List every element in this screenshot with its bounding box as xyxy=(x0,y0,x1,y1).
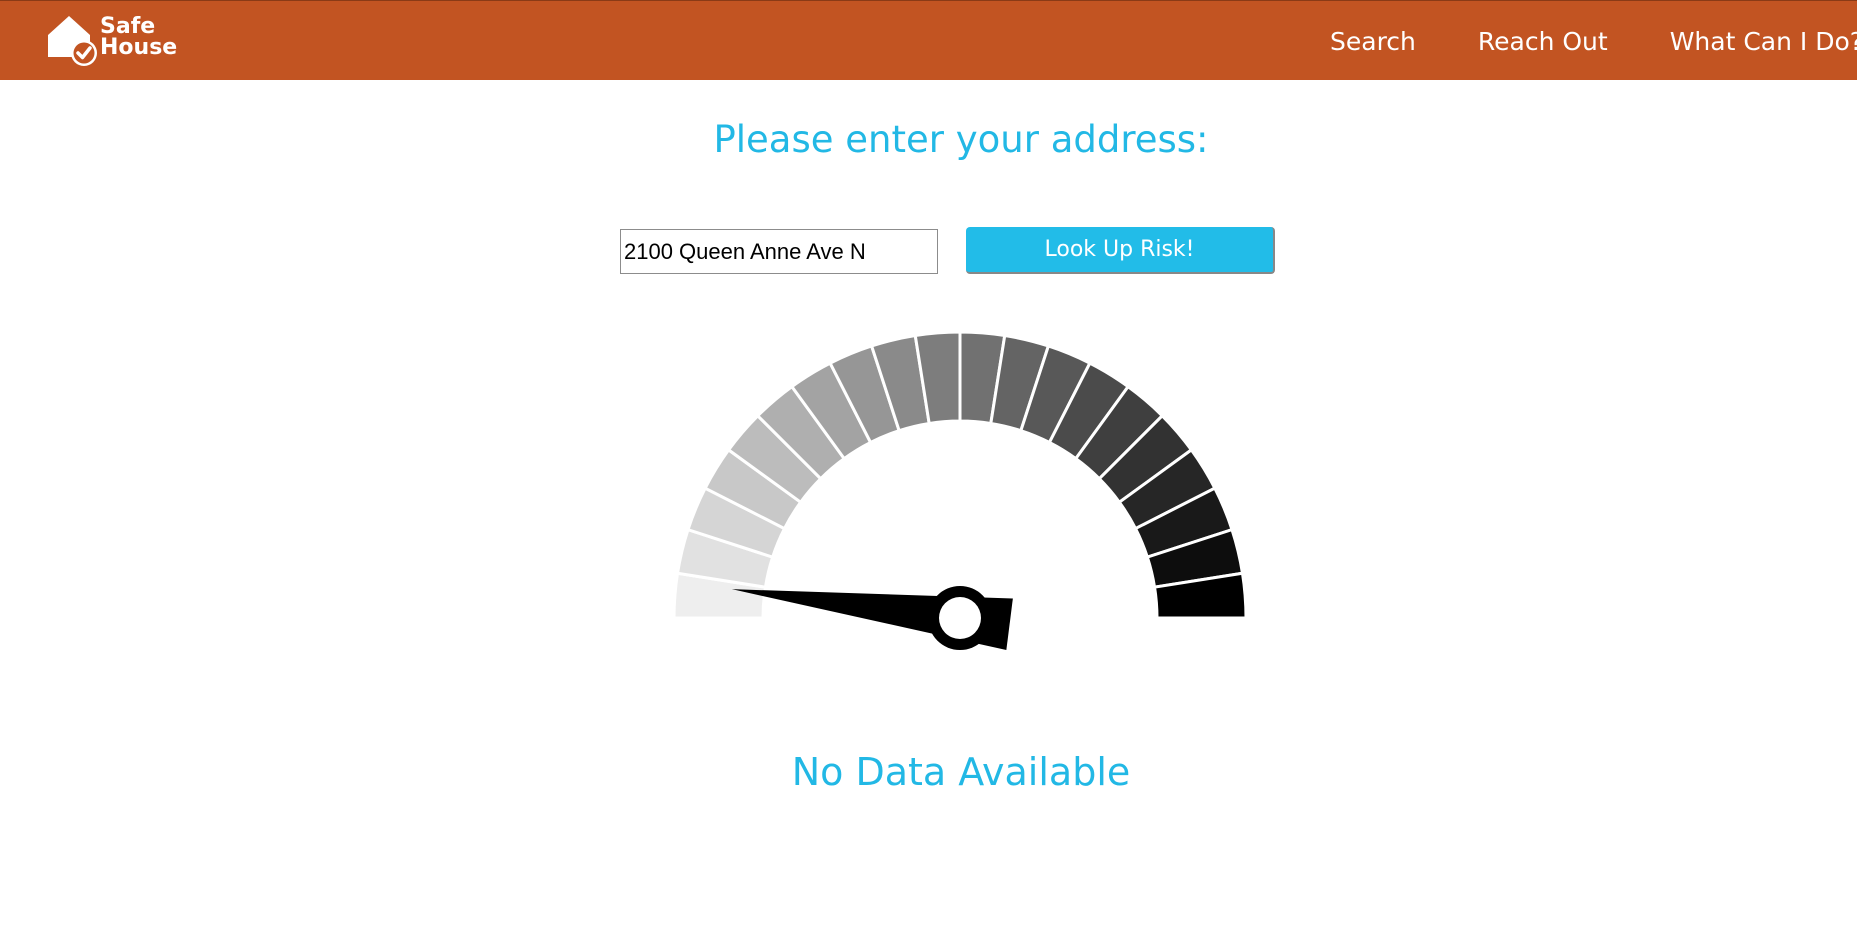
gauge-hub-center xyxy=(939,597,981,639)
risk-gauge xyxy=(672,330,1248,651)
page-title: Please enter your address: xyxy=(713,118,1209,161)
look-up-risk-button[interactable]: Look Up Risk! xyxy=(966,227,1275,274)
nav-link-search[interactable]: Search xyxy=(1330,27,1416,56)
address-input[interactable] xyxy=(620,229,938,274)
status-message: No Data Available xyxy=(791,750,1131,794)
nav-link-reach-out[interactable]: Reach Out xyxy=(1478,27,1608,56)
house-check-icon xyxy=(48,16,97,66)
nav-links: Search Reach Out What Can I Do? xyxy=(1330,1,1857,81)
safehouse-logo[interactable]: Safe House xyxy=(46,13,186,69)
logo-line-house: House xyxy=(100,35,178,60)
gauge-segments xyxy=(672,330,1248,620)
top-navbar: Safe House Search Reach Out What Can I D… xyxy=(0,0,1857,80)
logo-text: Safe House xyxy=(100,14,178,60)
nav-link-what-can-i-do[interactable]: What Can I Do? xyxy=(1670,27,1857,56)
logo-line-safe: Safe xyxy=(100,14,156,39)
gauge-needle xyxy=(731,586,1013,651)
